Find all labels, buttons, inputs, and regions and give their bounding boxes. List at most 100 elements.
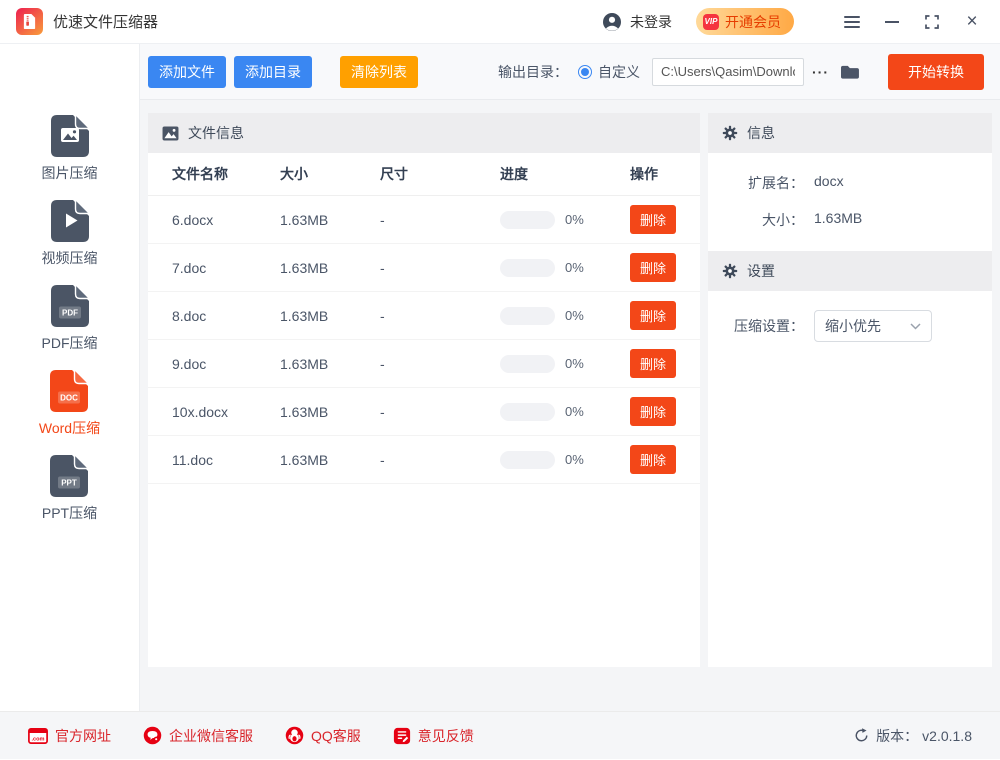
progress-cell: 0% [500,306,630,325]
file-size: 1.63MB [280,307,329,324]
custom-radio[interactable] [578,64,592,79]
wechat-icon [143,726,162,745]
info-field-label: 扩展名： [748,175,804,191]
output-path-input[interactable] [652,57,804,86]
update-icon [855,728,868,742]
progress-bar [500,354,555,373]
version-label: 版本： [876,727,919,744]
info-field-value: 1.63MB [814,210,863,226]
vip-upgrade-button[interactable]: VIP 开通会员 [696,8,794,35]
progress-percent: 0% [565,308,584,323]
menu-button[interactable] [844,14,860,30]
file-name: 11.doc [172,451,213,468]
app-logo-icon [16,8,43,35]
delete-button[interactable]: 删除 [630,397,677,426]
open-folder-button[interactable] [839,63,860,80]
pdf-file-icon: PDF [50,284,90,328]
file-dimensions: - [380,451,385,468]
custom-radio-label[interactable]: 自定义 [598,62,640,82]
info-field: 扩展名： docx [708,173,992,193]
delete-button[interactable]: 删除 [630,301,677,330]
delete-button[interactable]: 删除 [630,349,677,378]
file-size: 1.63MB [280,403,329,420]
selected-option: 缩小优先 [825,318,881,334]
table-row: 7.doc 1.63MB - 0% 删除 [148,244,700,292]
col-header-dim: 尺寸 [380,166,408,182]
sidebar-item-ppt[interactable]: PPT PPT压缩 [42,454,97,539]
delete-button[interactable]: 删除 [630,445,677,474]
delete-button[interactable]: 删除 [630,205,677,234]
footer-link-label: 官方网址 [55,727,111,744]
info-field-label: 大小： [762,212,804,228]
browse-ellipsis-button[interactable]: ··· [812,64,829,80]
info-field-value: docx [814,173,844,189]
progress-cell: 0% [500,450,630,469]
info-field: 大小： 1.63MB [708,210,992,230]
sidebar-item-image[interactable]: 图片压缩 [42,114,98,199]
doc-file-icon: DOC [49,369,90,413]
compression-setting-label: 压缩设置： [734,318,804,334]
table-row: 11.doc 1.63MB - 0% 删除 [148,436,700,484]
footer-link-feedback[interactable]: 意见反馈 [393,726,474,746]
login-status[interactable]: 未登录 [630,12,672,32]
table-row: 10x.docx 1.63MB - 0% 删除 [148,388,700,436]
qq-icon [285,726,304,745]
file-size: 1.63MB [280,259,329,276]
progress-cell: 0% [500,210,630,229]
right-panel: 信息 扩展名： docx 大小： 1.63MB 设置 压缩设置： 缩小优先 [708,113,992,667]
footer-link-qq[interactable]: QQ客服 [285,726,361,746]
toolbar: 添加文件 添加目录 清除列表 输出目录： 自定义 ··· 开始转换 [140,44,1000,100]
file-info-header: 文件信息 [148,113,700,153]
minimize-button[interactable] [884,14,900,30]
fullscreen-icon [925,14,939,29]
sidebar-item-pdf[interactable]: PDF PDF压缩 [42,284,98,369]
progress-cell: 0% [500,402,630,421]
chevron-down-icon [910,322,921,330]
close-icon: × [966,10,978,32]
footer-link-wechat[interactable]: 企业微信客服 [143,726,253,746]
progress-percent: 0% [565,452,584,467]
vip-icon: VIP [703,13,719,30]
sidebar-item-label: PPT压缩 [41,505,98,521]
table-header-row: 文件名称 大小 尺寸 进度 操作 [148,153,700,196]
info-body: 扩展名： docx 大小： 1.63MB [708,153,992,251]
footer-link-label: 企业微信客服 [169,727,253,744]
file-name: 7.doc [172,259,207,276]
add-files-button[interactable]: 添加文件 [148,55,226,88]
user-avatar-icon [603,12,621,31]
file-dimensions: - [380,403,385,420]
title-bar: 优速文件压缩器 未登录 VIP 开通会员 × [0,0,1000,44]
version-value: v2.0.1.8 [922,727,972,744]
sidebar-item-video[interactable]: 视频压缩 [42,199,98,284]
clear-list-button[interactable]: 清除列表 [340,55,418,88]
settings-body: 压缩设置： 缩小优先 [708,291,992,361]
svg-text:DOC: DOC [61,394,79,403]
file-size: 1.63MB [280,355,329,372]
sidebar-item-doc[interactable]: DOC Word压缩 [39,369,100,454]
maximize-button[interactable] [924,14,940,30]
settings-header: 设置 [708,251,992,291]
progress-bar [500,450,555,469]
file-dimensions: - [380,355,385,372]
compression-setting-select[interactable]: 缩小优先 [814,310,932,342]
svg-text:PDF: PDF [62,309,78,318]
close-button[interactable]: × [964,10,980,32]
progress-percent: 0% [565,260,584,275]
col-header-progress: 进度 [500,166,528,182]
file-name: 9.doc [172,355,207,372]
file-name: 10x.docx [172,403,229,420]
start-convert-button[interactable]: 开始转换 [888,53,984,90]
user-account[interactable]: 未登录 [602,12,672,32]
sidebar: 图片压缩 视频压缩 PDF PDF压缩 DOC Word压缩 PPT PPT压缩 [0,44,140,711]
file-name: 8.doc [172,307,207,324]
delete-button[interactable]: 删除 [630,253,677,282]
app-title: 优速文件压缩器 [53,14,159,31]
svg-text:.com: .com [31,736,44,742]
add-folder-button[interactable]: 添加目录 [234,55,312,88]
minimize-icon [885,20,899,23]
file-dimensions: - [380,259,385,276]
footer-link-com[interactable]: .com 官方网址 [28,726,111,746]
progress-bar [500,402,555,421]
table-row: 8.doc 1.63MB - 0% 删除 [148,292,700,340]
col-header-action: 操作 [630,166,658,182]
